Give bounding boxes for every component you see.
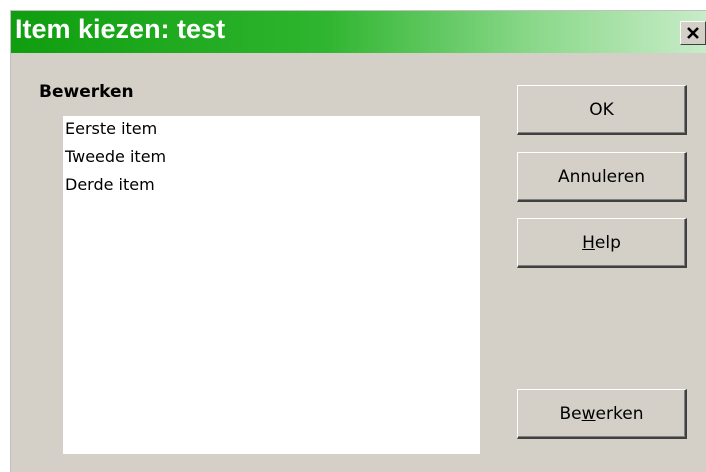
close-button[interactable] xyxy=(680,21,706,45)
list-item[interactable]: Derde item xyxy=(65,175,155,194)
item-listbox[interactable]: Eerste item Tweede item Derde item xyxy=(63,116,480,454)
cancel-button-label: Annuleren xyxy=(558,166,645,187)
close-icon xyxy=(687,27,699,39)
edit-label-start: Be xyxy=(559,403,582,424)
help-label-rest: elp xyxy=(594,232,621,253)
ok-button-label: OK xyxy=(589,99,614,120)
cancel-button[interactable]: Annuleren xyxy=(517,152,687,202)
dialog-title: Item kiezen: test xyxy=(15,14,226,44)
list-item[interactable]: Eerste item xyxy=(65,119,157,138)
help-button-label: Help xyxy=(582,233,621,253)
help-mnemonic: H xyxy=(582,232,595,253)
list-item[interactable]: Tweede item xyxy=(65,147,166,166)
help-button[interactable]: Help xyxy=(517,218,687,268)
group-label-bewerken: Bewerken xyxy=(39,82,134,102)
edit-button-label: Bewerken xyxy=(560,404,644,424)
edit-button[interactable]: Bewerken xyxy=(517,389,687,439)
ok-button[interactable]: OK xyxy=(517,85,687,135)
title-bar[interactable]: Item kiezen: test xyxy=(11,11,706,53)
edit-label-end: erken xyxy=(595,403,644,424)
dialog-window: Item kiezen: test Bewerken Eerste item T… xyxy=(10,10,706,472)
edit-mnemonic: w xyxy=(581,403,596,424)
